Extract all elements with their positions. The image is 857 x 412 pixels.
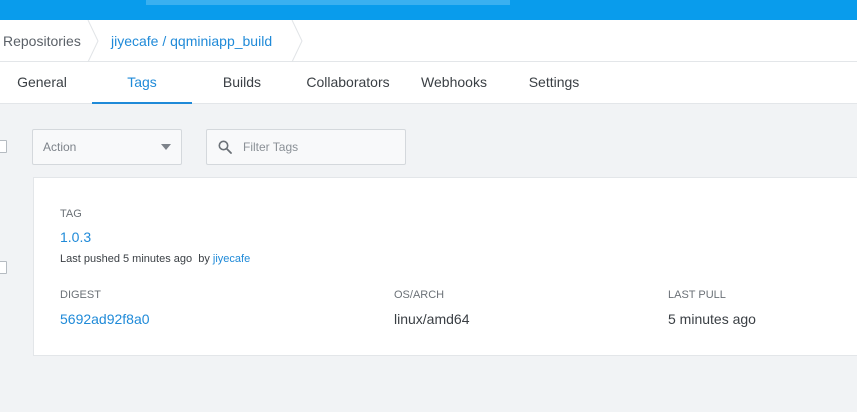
pushed-by-prefix: by	[198, 253, 210, 265]
tag-header: TAG	[60, 208, 82, 220]
tab-collaborators[interactable]: Collaborators	[296, 62, 400, 104]
breadcrumb-repositories-link[interactable]: Repositories	[3, 20, 81, 62]
osarch-value: linux/amd64	[394, 311, 470, 327]
pushed-by-user-link[interactable]: jiyecafe	[213, 253, 250, 265]
repo-tabs: General Tags Builds Collaborators Webhoo…	[0, 62, 857, 104]
search-icon	[218, 140, 232, 154]
chevron-right-icon	[291, 20, 303, 62]
last-pushed-time: 5 minutes ago	[123, 253, 193, 265]
filter-tags-field[interactable]	[206, 129, 406, 165]
chevron-right-icon	[87, 20, 99, 62]
tag-row-checkbox[interactable]	[0, 261, 7, 274]
global-search-bar[interactable]	[146, 0, 510, 5]
tab-tags[interactable]: Tags	[92, 62, 192, 104]
tab-settings[interactable]: Settings	[512, 62, 596, 104]
digest-header: DIGEST	[60, 289, 101, 301]
tab-builds[interactable]: Builds	[200, 62, 284, 104]
breadcrumb: Repositories jiyecafe / qqminiapp_build	[0, 20, 857, 62]
tab-webhooks[interactable]: Webhooks	[408, 62, 500, 104]
action-dropdown[interactable]: Action	[32, 129, 182, 165]
tag-card: TAG 1.0.3 Last pushed 5 minutes ago by j…	[33, 177, 857, 356]
tag-name-link[interactable]: 1.0.3	[60, 229, 91, 245]
last-pull-header: LAST PULL	[668, 289, 726, 301]
breadcrumb-current-repo[interactable]: jiyecafe / qqminiapp_build	[111, 20, 272, 62]
last-pull-value: 5 minutes ago	[668, 311, 756, 327]
select-all-checkbox[interactable]	[0, 140, 7, 153]
action-dropdown-label: Action	[43, 140, 77, 154]
osarch-header: OS/ARCH	[394, 289, 445, 301]
top-navigation-bar	[0, 0, 857, 20]
tab-general[interactable]: General	[0, 62, 84, 104]
last-pushed-info: Last pushed 5 minutes ago by jiyecafe	[60, 253, 250, 265]
chevron-down-icon	[161, 144, 171, 150]
filter-tags-input[interactable]	[243, 130, 401, 164]
digest-link[interactable]: 5692ad92f8a0	[60, 311, 150, 327]
last-pushed-prefix: Last pushed	[60, 253, 120, 265]
